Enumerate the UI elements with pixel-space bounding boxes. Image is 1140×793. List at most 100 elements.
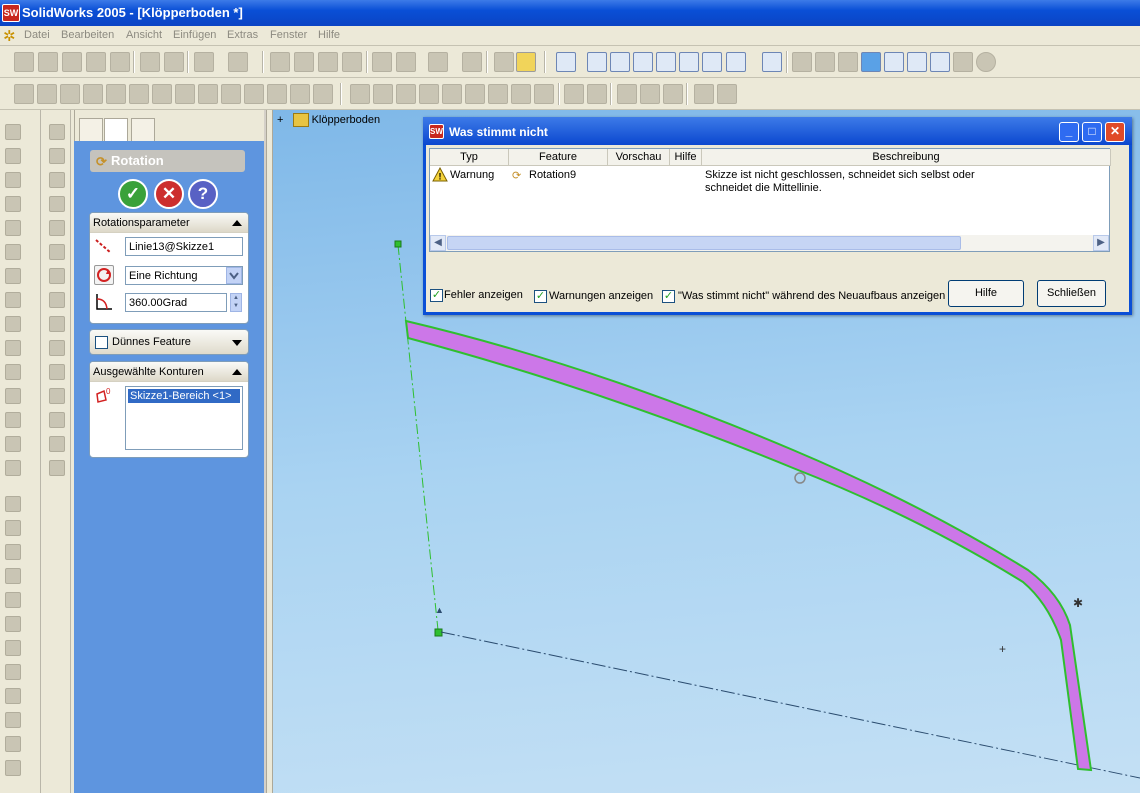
profile-shape[interactable]	[404, 319, 1093, 772]
sketch-v-8-icon[interactable]	[5, 292, 21, 308]
sketch-v-10-icon[interactable]	[5, 340, 21, 356]
configuration-tab-icon[interactable]	[131, 118, 155, 142]
col-beschreibung[interactable]: Beschreibung	[702, 149, 1111, 166]
select-icon[interactable]	[270, 52, 290, 72]
contour-item[interactable]: Skizze1-Bereich <1>	[128, 389, 240, 403]
sketch-v-7-icon[interactable]	[5, 268, 21, 284]
shaded-icon[interactable]	[884, 52, 904, 72]
feature-v-9-icon[interactable]	[49, 316, 65, 332]
print-icon[interactable]	[86, 52, 106, 72]
warnings-checkbox[interactable]: ✓	[534, 290, 547, 303]
rebuild-checkbox[interactable]: ✓	[662, 290, 675, 303]
sketch-v-3-icon[interactable]	[5, 172, 21, 188]
tree-root[interactable]: + Klöpperboden	[277, 113, 380, 127]
col-hilfe[interactable]: Hilfe	[670, 149, 702, 166]
feature-v-7-icon[interactable]	[49, 268, 65, 284]
splitter[interactable]	[266, 110, 273, 793]
scroll-left-icon[interactable]: ◀	[430, 235, 446, 251]
sketch-tool-8-icon[interactable]	[175, 84, 195, 104]
hidden-lines-removed-icon[interactable]	[838, 52, 858, 72]
sketch-v-15-icon[interactable]	[5, 460, 21, 476]
sketch-v-21-icon[interactable]	[5, 616, 21, 632]
col-vorschau[interactable]: Vorschau	[608, 149, 670, 166]
axis-field[interactable]: Linie13@Skizze1	[125, 237, 243, 256]
feature-tool-6-icon[interactable]	[465, 84, 485, 104]
save-icon[interactable]	[62, 52, 82, 72]
feature-tool-2-icon[interactable]	[373, 84, 393, 104]
help-button[interactable]: ?	[188, 179, 218, 209]
sketch-v-13-icon[interactable]	[5, 412, 21, 428]
sketch-v-23-icon[interactable]	[5, 664, 21, 680]
rebuild-icon[interactable]	[342, 52, 362, 72]
contours-header[interactable]: Ausgewählte Konturen	[90, 362, 248, 382]
errors-checkbox[interactable]: ✓	[430, 289, 443, 302]
feature-tool-12-icon[interactable]	[617, 84, 637, 104]
dialog-title-bar[interactable]: SW Was stimmt nicht _ □ ✕	[423, 117, 1132, 145]
properties-icon[interactable]	[494, 52, 514, 72]
sketch-v-16-icon[interactable]	[5, 496, 21, 512]
scroll-right-icon[interactable]: ▶	[1093, 235, 1109, 251]
feature-v-11-icon[interactable]	[49, 364, 65, 380]
sketch-v-6-icon[interactable]	[5, 244, 21, 260]
col-feature[interactable]: Feature	[509, 149, 608, 166]
view-orientation-icon[interactable]	[726, 52, 746, 72]
chevron-down-icon[interactable]	[226, 267, 242, 284]
feature-v-10-icon[interactable]	[49, 340, 65, 356]
angle-spinner[interactable]: ▲ ▼	[230, 293, 242, 312]
sketch-v-11-icon[interactable]	[5, 364, 21, 380]
feature-tool-14-icon[interactable]	[663, 84, 683, 104]
feature-tool-15-icon[interactable]	[694, 84, 714, 104]
feature-tool-3-icon[interactable]	[396, 84, 416, 104]
feature-tool-10-icon[interactable]	[564, 84, 584, 104]
sketch-v-9-icon[interactable]	[5, 316, 21, 332]
rotate-view-icon[interactable]	[679, 52, 699, 72]
feature-tool-8-icon[interactable]	[511, 84, 531, 104]
sketch-tool-4-icon[interactable]	[83, 84, 103, 104]
select-tool-icon[interactable]	[556, 52, 576, 72]
sketch-v-24-icon[interactable]	[5, 688, 21, 704]
reverse-direction-icon[interactable]	[94, 265, 114, 285]
zoom-in-out-icon[interactable]	[633, 52, 653, 72]
contours-list[interactable]: Skizze1-Bereich <1>	[125, 386, 243, 450]
sketch-v-22-icon[interactable]	[5, 640, 21, 656]
sketch-v-5-icon[interactable]	[5, 220, 21, 236]
sketch-v-19-icon[interactable]	[5, 568, 21, 584]
feature-tool-4-icon[interactable]	[419, 84, 439, 104]
sketch-v-26-icon[interactable]	[5, 736, 21, 752]
zoom-fit-icon[interactable]	[587, 52, 607, 72]
zoom-selection-icon[interactable]	[656, 52, 676, 72]
expand-plus-icon[interactable]: +	[277, 114, 283, 126]
sketch-v-27-icon[interactable]	[5, 760, 21, 776]
feature-v-14-icon[interactable]	[49, 436, 65, 452]
expand-icon[interactable]	[232, 340, 242, 346]
sketch-tool-11-icon[interactable]	[244, 84, 264, 104]
sketch-v-1-icon[interactable]	[5, 124, 21, 140]
undo-icon[interactable]	[194, 52, 214, 72]
open-icon[interactable]	[38, 52, 58, 72]
menu-ansicht[interactable]: Ansicht	[126, 29, 162, 41]
pan-icon[interactable]	[702, 52, 722, 72]
menu-fenster[interactable]: Fenster	[270, 29, 307, 41]
new-icon[interactable]	[14, 52, 34, 72]
sketch-icon[interactable]	[318, 52, 338, 72]
scroll-thumb[interactable]	[447, 236, 961, 250]
menu-extras[interactable]: Extras	[227, 29, 258, 41]
close-button[interactable]: Schließen	[1037, 280, 1106, 307]
feature-tool-16-icon[interactable]	[717, 84, 737, 104]
grid-icon[interactable]	[428, 52, 448, 72]
rotation-params-header[interactable]: Rotationsparameter	[90, 213, 248, 233]
copy-icon[interactable]	[140, 52, 160, 72]
sketch-tool-1-icon[interactable]	[14, 84, 34, 104]
feature-v-6-icon[interactable]	[49, 244, 65, 260]
select-filter-icon[interactable]	[294, 52, 314, 72]
feature-v-8-icon[interactable]	[49, 292, 65, 308]
feature-v-1-icon[interactable]	[49, 124, 65, 140]
feature-tool-1-icon[interactable]	[350, 84, 370, 104]
help-icon[interactable]	[516, 52, 536, 72]
feature-v-15-icon[interactable]	[49, 460, 65, 476]
minimize-button[interactable]: _	[1059, 122, 1079, 142]
feature-v-13-icon[interactable]	[49, 412, 65, 428]
wireframe-icon[interactable]	[792, 52, 812, 72]
sketch-tool-7-icon[interactable]	[152, 84, 172, 104]
menu-hilfe[interactable]: Hilfe	[318, 29, 340, 41]
